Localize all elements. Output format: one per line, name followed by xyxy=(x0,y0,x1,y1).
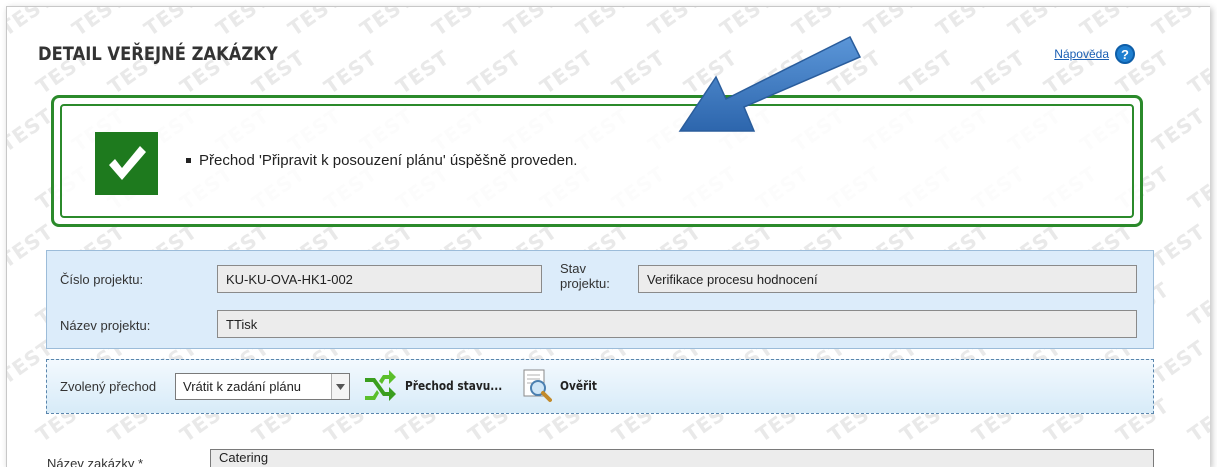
test-watermark: TEST xyxy=(1147,6,1210,41)
project-info-panel: Číslo projektu: KU-KU-OVA-HK1-002 Stav p… xyxy=(46,250,1154,349)
test-watermark: TEST xyxy=(931,6,994,41)
test-watermark: TEST xyxy=(283,6,346,41)
test-watermark: TEST xyxy=(67,6,130,41)
test-watermark: TEST xyxy=(607,45,670,99)
success-message: Přechod 'Připravit k posouzení plánu' ús… xyxy=(186,152,577,169)
project-state-label: Stav projektu: xyxy=(560,261,610,291)
test-watermark: TEST xyxy=(967,45,1030,99)
help-link[interactable]: Nápověda xyxy=(1054,47,1109,61)
success-message-panel: Přechod 'Připravit k posouzení plánu' ús… xyxy=(51,95,1143,227)
success-message-inner-border: Přechod 'Připravit k posouzení plánu' ús… xyxy=(60,104,1134,218)
test-watermark: TEST xyxy=(571,6,634,41)
test-watermark: TEST xyxy=(139,6,202,41)
transition-label: Zvolený přechod xyxy=(60,379,157,394)
verify-button[interactable]: Ověřit xyxy=(522,369,602,403)
project-state-field: Verifikace procesu hodnocení xyxy=(638,265,1137,293)
contract-name-label: Název zakázky * xyxy=(47,456,144,467)
verify-button-label: Ověřit xyxy=(560,379,597,393)
test-watermark: TEST xyxy=(1003,6,1066,41)
project-number-label: Číslo projektu: xyxy=(60,272,144,287)
annotation-arrow-icon xyxy=(678,35,862,132)
help-icon[interactable]: ? xyxy=(1115,44,1135,64)
verify-document-icon xyxy=(523,369,552,402)
test-watermark: TEST xyxy=(1075,6,1138,41)
contract-name-field[interactable]: Catering xyxy=(210,449,1154,467)
test-watermark: TEST xyxy=(895,45,958,99)
bullet-icon xyxy=(186,158,191,163)
test-watermark: TEST xyxy=(499,6,562,41)
test-watermark: TEST xyxy=(1147,335,1210,389)
test-watermark: TEST xyxy=(1183,277,1210,331)
test-watermark: TEST xyxy=(463,45,526,99)
transition-select-value: Vrátit k zadání plánu xyxy=(183,379,302,394)
test-watermark: TEST xyxy=(211,6,274,41)
application-frame: TEST TEST TEST TEST TEST TEST TEST TEST TEST TEST… xyxy=(6,6,1210,467)
project-number-field: KU-KU-OVA-HK1-002 xyxy=(217,265,542,293)
test-watermark: TEST xyxy=(355,6,418,41)
shuffle-arrows-icon xyxy=(365,370,396,401)
transition-state-button-label: Přechod stavu... xyxy=(405,379,503,393)
test-watermark: TEST xyxy=(535,45,598,99)
test-watermark: TEST xyxy=(1183,393,1210,447)
project-name-field: TTisk xyxy=(217,310,1137,338)
test-watermark: TEST xyxy=(1183,45,1210,99)
checkmark-icon xyxy=(95,132,158,195)
page-title: DETAIL VEŘEJNÉ ZAKÁZKY xyxy=(38,43,278,65)
test-watermark: TEST xyxy=(6,6,58,41)
transition-toolbar: Zvolený přechod Vrátit k zadání plánu Př… xyxy=(46,359,1154,414)
chevron-down-icon[interactable] xyxy=(331,374,349,399)
transition-select[interactable]: Vrátit k zadání plánu xyxy=(175,373,350,400)
test-watermark: TEST xyxy=(319,45,382,99)
success-message-text: Přechod 'Připravit k posouzení plánu' ús… xyxy=(199,152,578,169)
test-watermark: TEST xyxy=(1147,219,1210,273)
test-watermark: TEST xyxy=(391,45,454,99)
test-watermark: TEST xyxy=(1183,161,1210,215)
help-link-group[interactable]: Nápověda ? xyxy=(1054,44,1135,64)
transition-state-button[interactable]: Přechod stavu... xyxy=(363,370,516,402)
project-name-label: Název projektu: xyxy=(60,318,151,333)
test-watermark: TEST xyxy=(1147,103,1210,157)
test-watermark: TEST xyxy=(427,6,490,41)
